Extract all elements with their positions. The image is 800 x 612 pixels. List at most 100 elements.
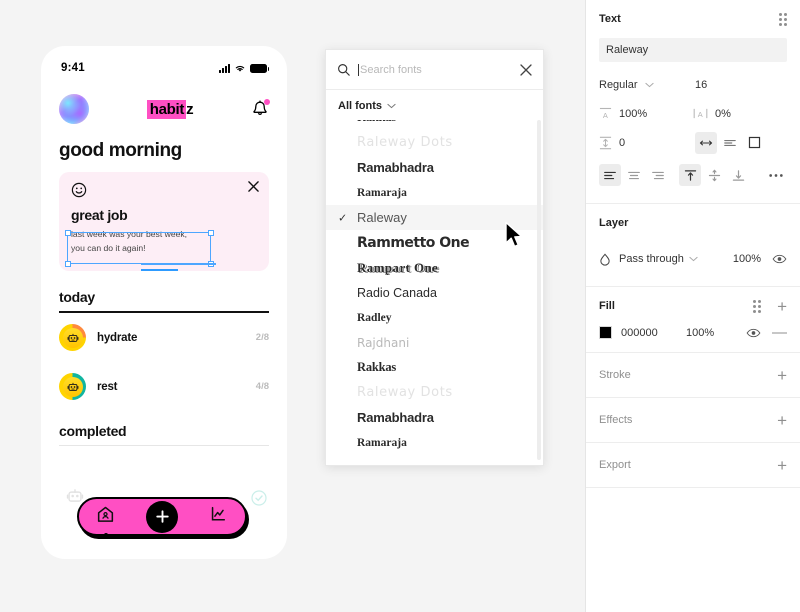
fill-section-header: Fill +: [599, 287, 787, 325]
font-option-label: Raleway Dots: [357, 135, 453, 150]
fill-item-row[interactable]: 000000 100% —: [599, 325, 787, 352]
search-input[interactable]: [358, 63, 512, 76]
color-swatch[interactable]: [599, 326, 612, 339]
line-height-field[interactable]: A 100%: [599, 107, 693, 120]
app-logo: habit z: [146, 99, 194, 119]
font-option[interactable]: Rajdhani: [326, 330, 543, 355]
scrollbar[interactable]: [537, 120, 541, 460]
font-option[interactable]: Rakkas: [326, 355, 543, 380]
text-properties-section: Text Raleway Regular 16 A 100% A 0% 0: [586, 0, 800, 204]
more-options-icon[interactable]: [765, 164, 787, 186]
promo-title: great job: [71, 207, 128, 223]
font-size-field[interactable]: 16: [695, 79, 707, 91]
check-circle-icon: [251, 490, 267, 506]
font-option[interactable]: Ramaraja: [326, 430, 543, 455]
promo-card[interactable]: great job last week was your best week, …: [59, 172, 269, 272]
section-title: Stroke: [599, 369, 631, 381]
font-option-label: Rammetto One: [357, 234, 470, 251]
align-center-icon[interactable]: [623, 164, 645, 186]
inspector-panel[interactable]: Text Raleway Regular 16 A 100% A 0% 0 La…: [585, 0, 800, 612]
align-top-icon[interactable]: [679, 164, 701, 186]
add-effect-button[interactable]: +: [777, 412, 787, 429]
font-list[interactable]: Rakkas Raleway Dots Ramabhadra Ramaraja …: [326, 120, 543, 460]
font-option[interactable]: Ramaraja: [326, 180, 543, 205]
font-option-label: Radio Canada: [357, 285, 437, 300]
section-title: Text: [599, 13, 621, 25]
align-middle-icon[interactable]: [703, 164, 725, 186]
line-height-value: 100%: [619, 107, 648, 120]
completed-section: completed: [41, 411, 287, 447]
font-family-field[interactable]: Raleway: [599, 38, 787, 62]
grid-options-icon[interactable]: [753, 299, 762, 313]
font-weight-dropdown[interactable]: Regular: [599, 79, 695, 91]
add-export-button[interactable]: +: [777, 457, 787, 474]
font-option[interactable]: Radley: [326, 305, 543, 330]
fill-hex-value[interactable]: 000000: [621, 327, 677, 339]
habit-count: 4/8: [255, 381, 269, 393]
phone-mockup-frame[interactable]: 9:41 habit z good morning great job last…: [41, 46, 287, 559]
font-picker-popover[interactable]: All fonts Rakkas Raleway Dots Ramabhadra…: [325, 49, 544, 466]
letter-spacing-field[interactable]: A 0%: [693, 107, 787, 120]
notification-badge-dot: [263, 99, 270, 105]
align-right-icon[interactable]: [647, 164, 669, 186]
font-option-label: Rakkas: [357, 120, 396, 125]
paragraph-spacing-field[interactable]: 0: [599, 136, 695, 150]
chevron-down-icon: [387, 103, 396, 109]
section-title: Layer: [599, 217, 629, 229]
effects-properties-section[interactable]: Effects +: [586, 398, 800, 443]
section-title-completed: completed: [59, 423, 127, 440]
avatar[interactable]: [59, 94, 89, 124]
font-search-row[interactable]: [326, 50, 543, 90]
font-category-dropdown[interactable]: All fonts: [326, 90, 543, 120]
layer-opacity-value[interactable]: 100%: [733, 253, 761, 265]
grid-options-icon[interactable]: [779, 12, 787, 26]
font-option[interactable]: Raleway Dots: [326, 130, 543, 155]
chevron-down-icon[interactable]: [689, 256, 698, 262]
list-item[interactable]: rest 4/8: [41, 362, 287, 411]
chart-line-icon[interactable]: [209, 505, 228, 528]
export-section[interactable]: Export +: [586, 443, 800, 488]
align-bottom-icon[interactable]: [727, 164, 749, 186]
blend-mode-value[interactable]: Pass through: [619, 253, 684, 265]
fixed-size-icon[interactable]: [743, 132, 765, 154]
font-option[interactable]: Ramabhadra: [326, 405, 543, 430]
close-icon[interactable]: [520, 63, 532, 76]
font-list-clipped-row[interactable]: Rakkas: [326, 120, 543, 130]
font-option-label: Raleway: [357, 210, 407, 225]
auto-height-icon[interactable]: [719, 132, 741, 154]
home-icon[interactable]: [96, 505, 115, 537]
font-option[interactable]: Raleway Dots: [326, 380, 543, 405]
eye-icon[interactable]: [772, 254, 787, 264]
stroke-properties-section[interactable]: Stroke +: [586, 353, 800, 398]
list-item[interactable]: hydrate 2/8: [41, 313, 287, 362]
check-icon: ✓: [338, 212, 348, 224]
paragraph-spacing-resize-row: 0: [599, 128, 787, 157]
robot-icon: [62, 327, 83, 348]
fill-opacity-value[interactable]: 100%: [686, 327, 728, 339]
blend-mode-icon: [600, 253, 610, 266]
smiley-face-icon: [71, 182, 87, 198]
section-title-today: today: [59, 289, 95, 306]
add-fill-button[interactable]: +: [777, 298, 787, 315]
add-button[interactable]: [146, 500, 178, 533]
vertical-align-group: [679, 164, 787, 186]
font-option[interactable]: Rampart One: [326, 255, 543, 280]
eye-icon[interactable]: [746, 328, 761, 338]
habit-name: hydrate: [97, 331, 138, 344]
font-option[interactable]: Radio Canada: [326, 280, 543, 305]
habit-count: 2/8: [255, 332, 269, 344]
notification-bell-icon[interactable]: [251, 99, 270, 119]
design-canvas[interactable]: 9:41 habit z good morning great job last…: [0, 0, 585, 612]
font-family-value: Raleway: [606, 44, 649, 56]
remove-fill-button[interactable]: —: [772, 325, 787, 340]
mouse-cursor-icon: [505, 221, 523, 248]
bottom-nav-bar[interactable]: [77, 497, 247, 537]
auto-width-icon[interactable]: [695, 131, 717, 154]
app-logo-tail: z: [186, 100, 194, 118]
add-stroke-button[interactable]: +: [777, 367, 787, 384]
alignment-guide: [141, 263, 216, 265]
font-option[interactable]: Ramabhadra: [326, 155, 543, 180]
align-left-icon[interactable]: [599, 164, 621, 186]
close-icon[interactable]: [248, 181, 259, 192]
font-option-label: Ramaraja: [357, 186, 407, 199]
